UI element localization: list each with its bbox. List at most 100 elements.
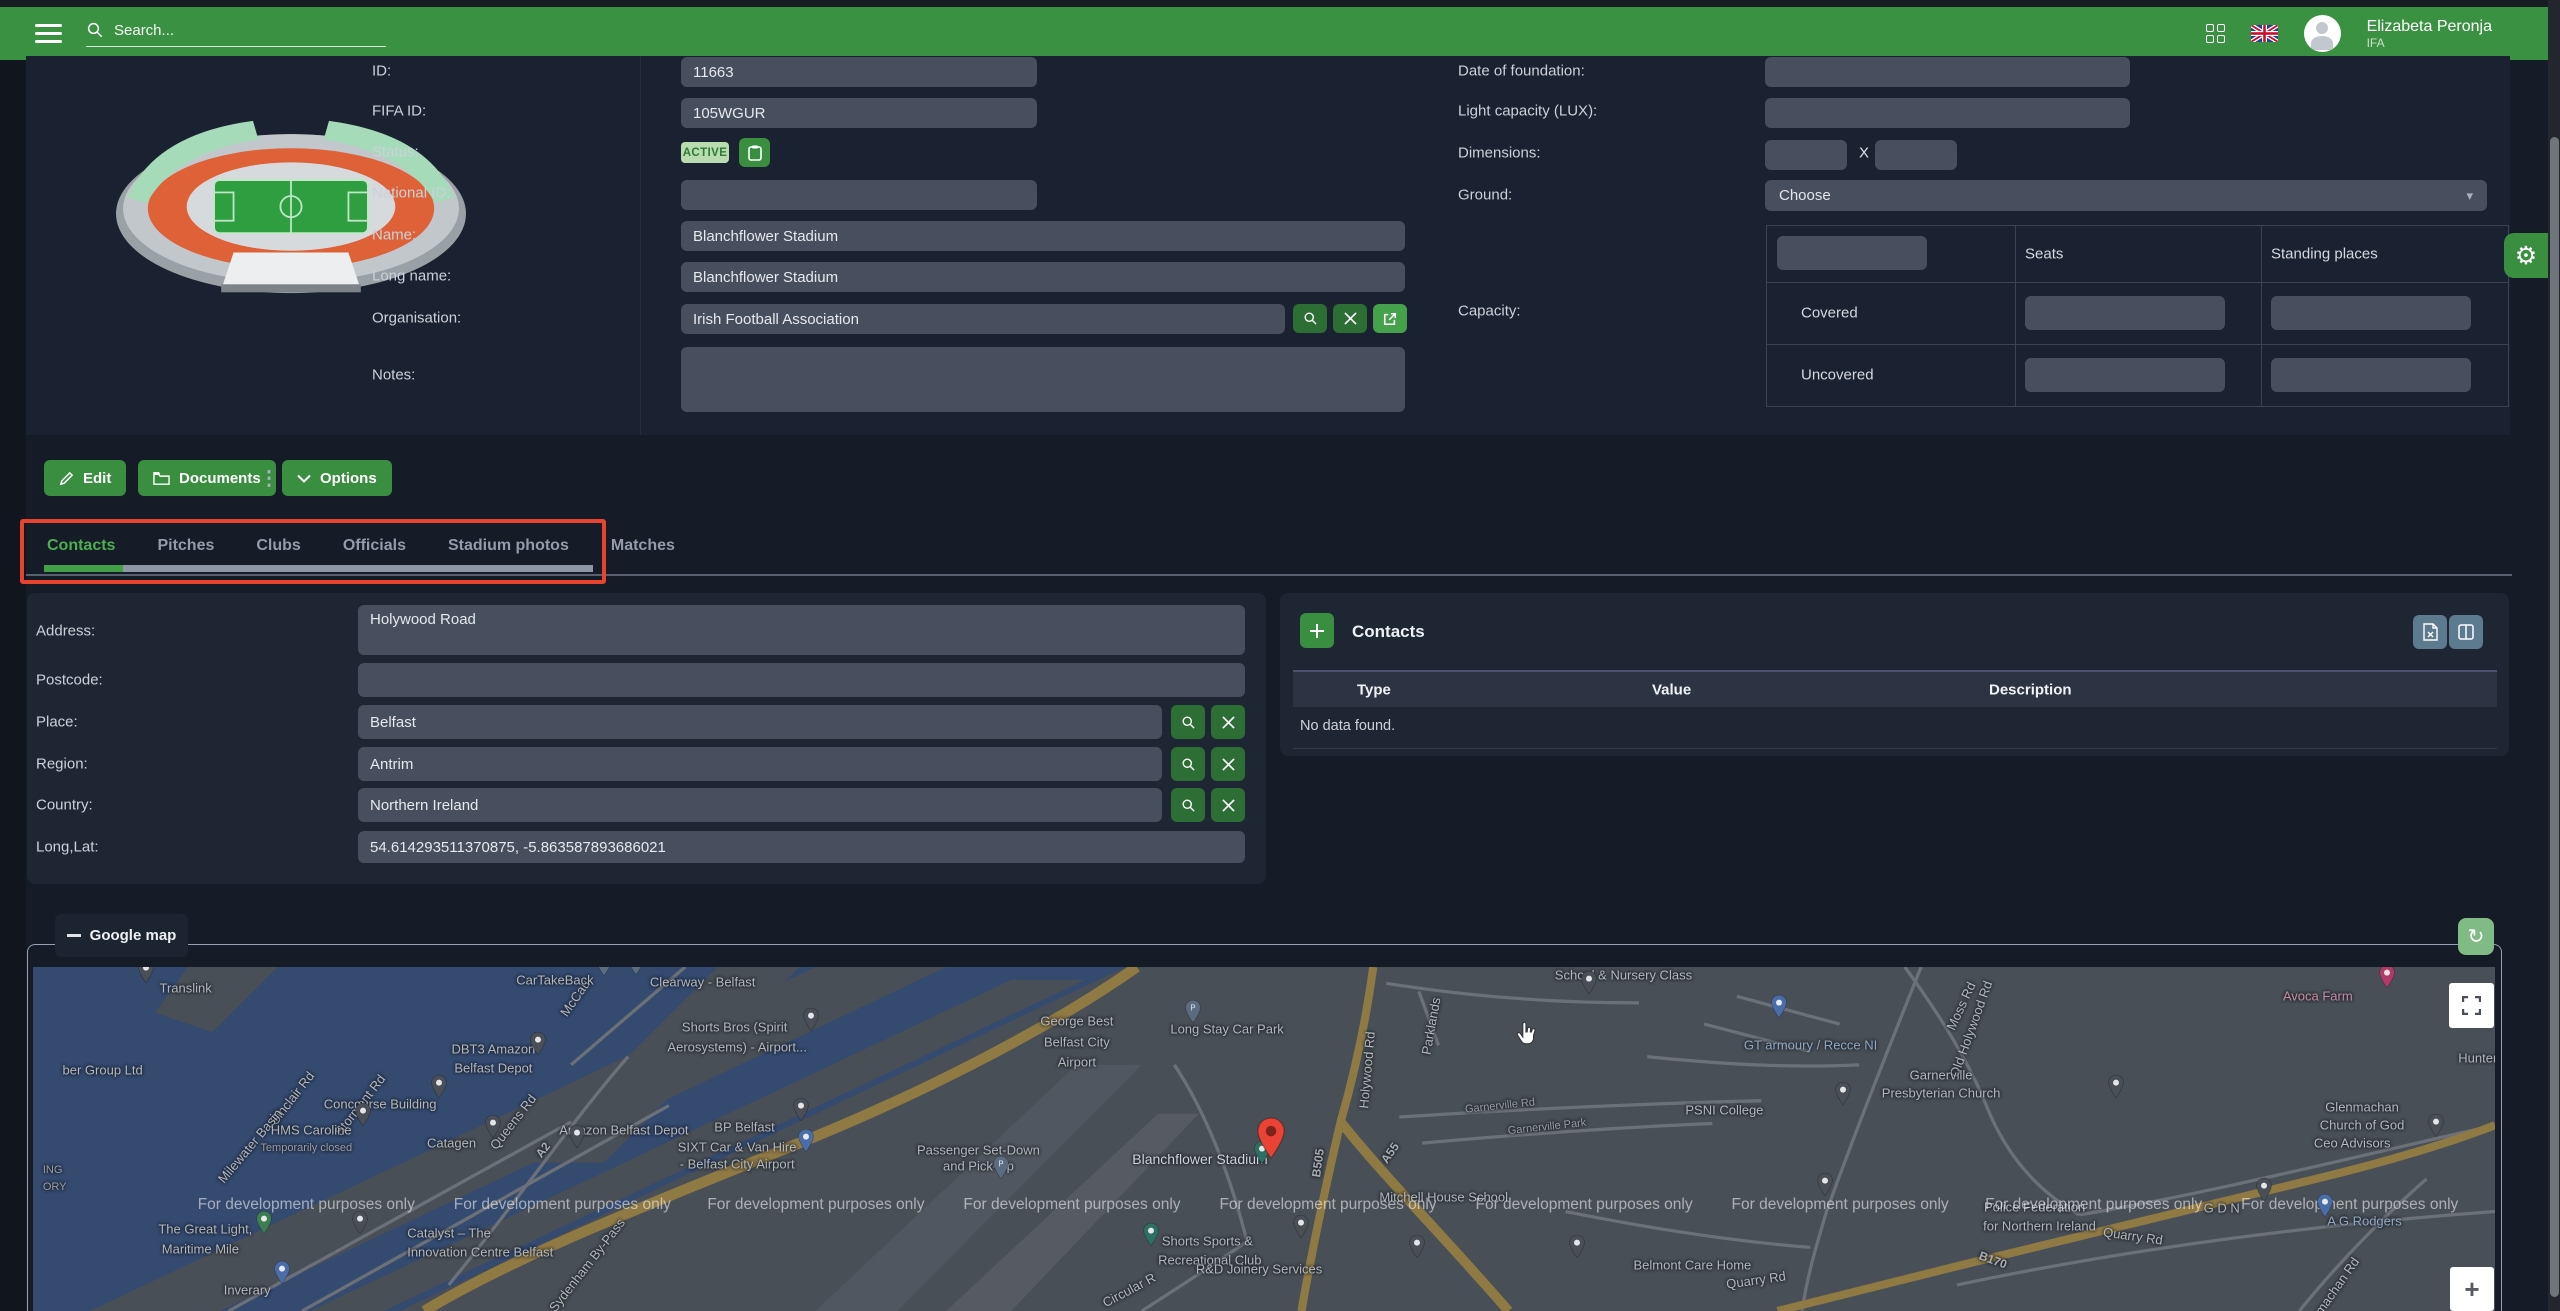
- long-name-field[interactable]: [681, 262, 1405, 292]
- contacts-col-description: Description: [1989, 681, 2072, 698]
- map-pin[interactable]: [802, 1007, 819, 1032]
- light-capacity-field[interactable]: [1765, 98, 2130, 128]
- map-pin[interactable]: [431, 1074, 448, 1099]
- country-clear-button[interactable]: [1211, 788, 1245, 822]
- tab-pitches[interactable]: Pitches: [136, 537, 235, 555]
- map-pin[interactable]: [352, 1210, 369, 1235]
- map-pin[interactable]: [2317, 1193, 2334, 1218]
- add-contact-button[interactable]: [1300, 613, 1334, 648]
- documents-button[interactable]: Documents: [138, 460, 276, 496]
- user-menu[interactable]: Elizabeta Peronja IFA: [2367, 17, 2492, 51]
- map-pin[interactable]: [1292, 1214, 1309, 1239]
- uncovered-seats-field[interactable]: [2025, 358, 2225, 392]
- status-history-button[interactable]: [739, 138, 770, 167]
- settings-fab[interactable]: ⚙: [2504, 233, 2548, 278]
- region-search-button[interactable]: [1171, 747, 1205, 781]
- foundation-field[interactable]: [1765, 57, 2130, 87]
- tab-scrollbar[interactable]: [123, 565, 593, 572]
- map-refresh-button[interactable]: ↻: [2458, 918, 2494, 955]
- country-field[interactable]: [358, 788, 1162, 822]
- hamburger-menu-icon[interactable]: [35, 24, 62, 43]
- map-watermark: For development purposes only: [198, 1196, 415, 1214]
- name-field[interactable]: [681, 221, 1405, 251]
- place-search-button[interactable]: [1171, 705, 1205, 739]
- map-pin[interactable]: [1408, 1234, 1425, 1259]
- id-field[interactable]: [681, 57, 1037, 87]
- map-pin[interactable]: [138, 967, 155, 984]
- map-canvas[interactable]: Translinkber Group LtdINGORYSinclair RdS…: [33, 967, 2495, 1311]
- postcode-label: Postcode:: [36, 672, 103, 689]
- map-pin[interactable]: [1142, 1222, 1159, 1247]
- map-watermark: For development purposes only: [707, 1196, 924, 1214]
- postcode-field[interactable]: [358, 663, 1245, 697]
- map-zoom-in-button[interactable]: +: [2450, 1267, 2494, 1311]
- map-pin[interactable]: [596, 967, 613, 977]
- map-pin[interactable]: [1580, 970, 1597, 995]
- map-pin[interactable]: [529, 1031, 546, 1056]
- user-avatar[interactable]: [2304, 15, 2341, 52]
- map-pin[interactable]: [1817, 1172, 1834, 1197]
- place-clear-button[interactable]: [1211, 705, 1245, 739]
- map-pin[interactable]: [1568, 1234, 1585, 1259]
- uk-flag-icon[interactable]: [2251, 25, 2278, 42]
- map-pin[interactable]: [2378, 967, 2395, 989]
- capacity-row-covered: Covered: [1801, 305, 1858, 322]
- tab-officials[interactable]: Officials: [322, 537, 427, 555]
- national-id-field[interactable]: [681, 180, 1037, 210]
- map-pin[interactable]: [2107, 1074, 2124, 1099]
- map-fullscreen-button[interactable]: [2449, 983, 2494, 1028]
- map-pin[interactable]: [1770, 994, 1787, 1019]
- fifa-id-field[interactable]: [681, 98, 1037, 128]
- export-excel-button[interactable]: [2413, 615, 2447, 649]
- organisation-field[interactable]: [681, 304, 1285, 334]
- organisation-open-button[interactable]: [1373, 304, 1407, 333]
- region-field[interactable]: [358, 747, 1162, 781]
- map-pin[interactable]: [273, 1260, 290, 1285]
- organisation-search-button[interactable]: [1293, 304, 1327, 333]
- dimensions-width-field[interactable]: [1765, 140, 1847, 170]
- google-map-collapse[interactable]: Google map: [55, 914, 188, 957]
- edit-button[interactable]: Edit: [44, 460, 126, 496]
- apps-grid-icon[interactable]: [2206, 24, 2225, 43]
- map-label: Ceo Advisors: [2314, 1136, 2391, 1151]
- global-search[interactable]: [86, 21, 386, 47]
- tab-clubs[interactable]: Clubs: [235, 537, 321, 555]
- more-actions-icon[interactable]: ⋮: [259, 466, 279, 491]
- map-pin[interactable]: [798, 1128, 815, 1153]
- dimensions-height-field[interactable]: [1875, 140, 1957, 170]
- columns-settings-button[interactable]: [2449, 615, 2483, 649]
- map-pin[interactable]: [628, 967, 645, 976]
- longlat-field[interactable]: [358, 831, 1245, 863]
- map-pin[interactable]: [2427, 1113, 2444, 1138]
- organisation-clear-button[interactable]: [1333, 304, 1367, 333]
- uncovered-standing-field[interactable]: [2271, 358, 2471, 392]
- notes-field[interactable]: [681, 347, 1405, 412]
- map-pin[interactable]: [569, 1124, 586, 1149]
- scrollbar-thumb[interactable]: [2550, 137, 2559, 1297]
- options-button[interactable]: Options: [282, 460, 392, 496]
- name-label: Name:: [372, 227, 416, 244]
- ground-select[interactable]: Choose ▾: [1765, 180, 2487, 211]
- country-search-button[interactable]: [1171, 788, 1205, 822]
- light-capacity-label: Light capacity (LUX):: [1458, 103, 1597, 120]
- tab-stadium-photos[interactable]: Stadium photos: [427, 537, 590, 555]
- map-pin[interactable]: P: [992, 1155, 1009, 1180]
- covered-seats-field[interactable]: [2025, 296, 2225, 330]
- map-pin-stadium[interactable]: [1256, 1116, 1286, 1160]
- map-label: Shorts Sports &: [1162, 1233, 1253, 1248]
- search-input[interactable]: [112, 21, 366, 40]
- map-pin[interactable]: [354, 1102, 371, 1127]
- region-clear-button[interactable]: [1211, 747, 1245, 781]
- map-pin[interactable]: P: [1184, 999, 1201, 1024]
- place-field[interactable]: [358, 705, 1162, 739]
- tab-matches[interactable]: Matches: [590, 537, 696, 555]
- map-pin[interactable]: [1834, 1081, 1851, 1106]
- map-pin[interactable]: [793, 1097, 810, 1122]
- covered-standing-field[interactable]: [2271, 296, 2471, 330]
- capacity-header-field[interactable]: [1777, 236, 1927, 270]
- tab-contacts[interactable]: Contacts: [26, 537, 136, 555]
- map-pin[interactable]: [485, 1114, 502, 1139]
- map-pin[interactable]: [2255, 1177, 2272, 1202]
- map-pin[interactable]: [256, 1210, 273, 1235]
- address-field[interactable]: Holywood Road: [358, 605, 1245, 655]
